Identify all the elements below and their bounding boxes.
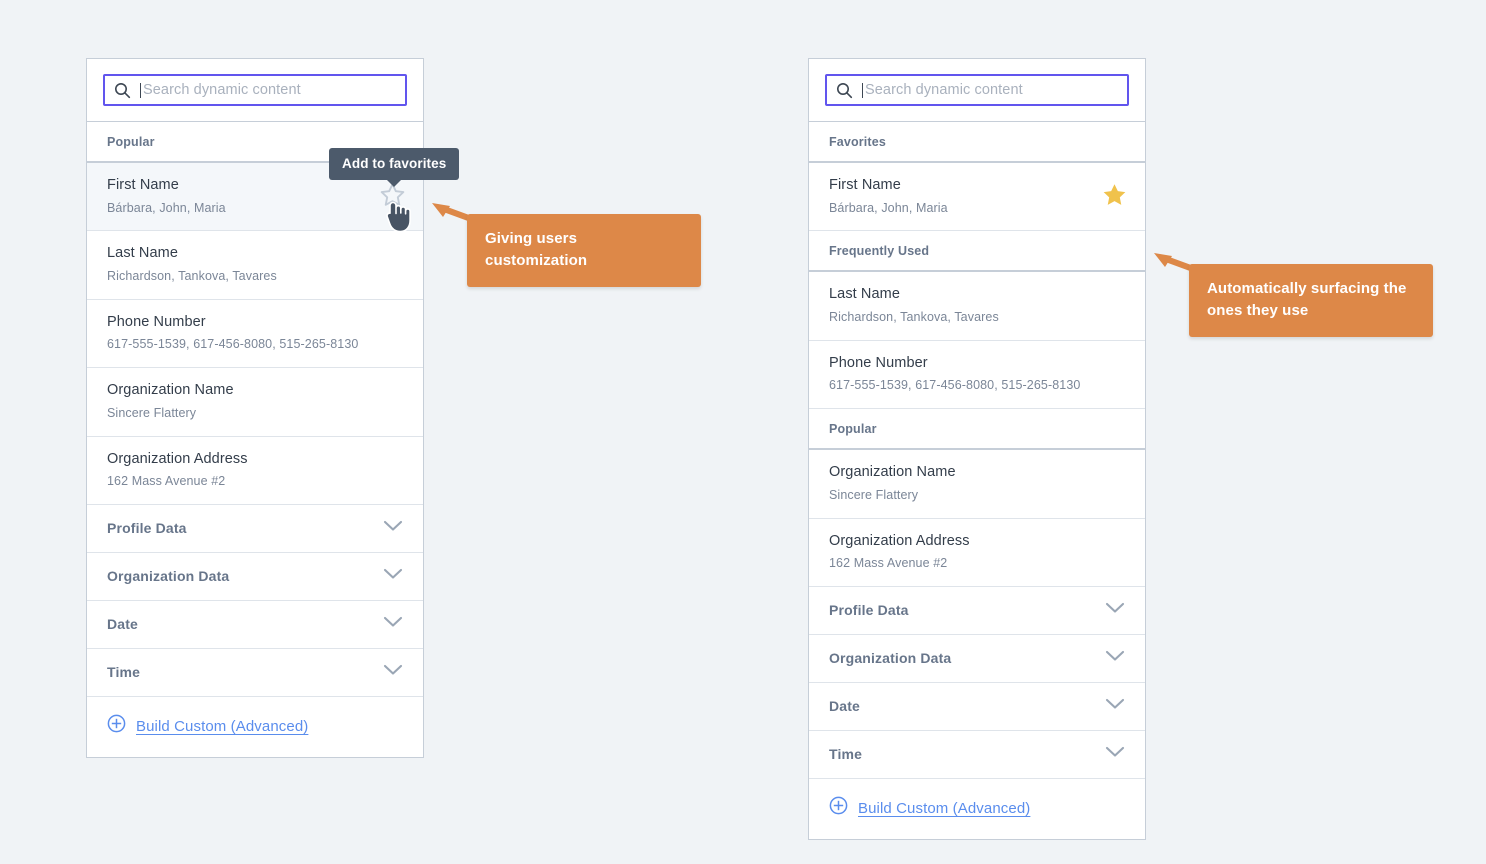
list-item[interactable]: Last Name Richardson, Tankova, Tavares [809, 272, 1145, 341]
collapsible-group-profile-data[interactable]: Profile Data [87, 505, 423, 554]
list-item-title: Last Name [107, 245, 179, 262]
plus-circle-icon [829, 796, 848, 820]
list-item[interactable]: Organization Address 162 Mass Avenue #2 [87, 436, 423, 506]
text-caret [862, 82, 863, 98]
favorite-star-filled-icon[interactable] [1102, 182, 1127, 211]
search-icon-svg [115, 82, 131, 98]
list-item-sample-values: 162 Mass Avenue #2 [107, 474, 226, 489]
group-label: Organization Data [107, 568, 230, 585]
list-item[interactable]: First Name Bárbara, John, Maria [809, 163, 1145, 232]
list-item-sample-values: 617-555-1539, 617-456-8080, 515-265-8130 [107, 337, 359, 352]
chevron-down-icon[interactable] [383, 519, 403, 537]
chevron-down-icon[interactable] [1105, 649, 1125, 667]
list-item-sample-values: Bárbara, John, Maria [107, 200, 226, 215]
list-item-title: Organization Address [829, 532, 970, 549]
list-item[interactable]: Last Name Richardson, Tankova, Tavares [87, 231, 423, 300]
group-label: Date [829, 698, 860, 715]
list-item[interactable]: Organization Name Sincere Flattery [809, 450, 1145, 519]
build-custom-row[interactable]: Build Custom (Advanced) [87, 697, 423, 758]
dynamic-content-panel-after: Search dynamic content Favorites First Na… [808, 58, 1146, 841]
search-container: Search dynamic content [87, 59, 423, 122]
chevron-down-icon[interactable] [1105, 745, 1125, 763]
section-header: Frequently Used [809, 231, 1145, 273]
collapsible-group-profile-data[interactable]: Profile Data [809, 587, 1145, 636]
collapsible-group-date[interactable]: Date [87, 601, 423, 650]
list-item-sample-values: Bárbara, John, Maria [829, 200, 948, 215]
list-item[interactable]: Organization Address 162 Mass Avenue #2 [809, 518, 1145, 588]
callout-left-text: Giving users customization [485, 230, 588, 269]
callout-right: Automatically surfacing the ones they us… [1189, 264, 1433, 337]
group-label: Profile Data [829, 602, 909, 619]
list-item-sample-values: 162 Mass Avenue #2 [829, 556, 948, 571]
search-icon [836, 82, 853, 99]
chevron-down-icon[interactable] [1105, 601, 1125, 619]
chevron-down-icon[interactable] [383, 567, 403, 585]
search-placeholder: Search dynamic content [143, 82, 301, 98]
section-header: Popular [809, 409, 1145, 451]
list-item-title: Organization Name [107, 382, 234, 399]
collapsible-group-time[interactable]: Time [87, 649, 423, 698]
section-header: Favorites [809, 122, 1145, 163]
build-custom-advanced-link[interactable]: Build Custom (Advanced) [136, 718, 308, 735]
group-label: Date [107, 616, 138, 633]
group-label: Time [107, 664, 141, 681]
list-item-sample-values: 617-555-1539, 617-456-8080, 515-265-8130 [829, 378, 1081, 393]
group-label: Organization Data [829, 650, 952, 667]
chevron-down-icon[interactable] [383, 663, 403, 681]
list-item-title: Last Name [829, 286, 901, 303]
callout-right-text: Automatically surfacing the ones they us… [1207, 280, 1407, 319]
list-item-sample-values: Sincere Flattery [107, 405, 197, 420]
search-icon-svg [837, 82, 853, 98]
collapsible-group-date[interactable]: Date [809, 683, 1145, 732]
list-item[interactable]: Organization Name Sincere Flattery [87, 368, 423, 437]
group-label: Profile Data [107, 520, 187, 537]
list-item-sample-values: Sincere Flattery [829, 487, 919, 502]
text-caret [140, 82, 141, 98]
collapsible-group-organization-data[interactable]: Organization Data [809, 635, 1145, 684]
chevron-down-icon[interactable] [1105, 697, 1125, 715]
list-item-title: Organization Address [107, 450, 248, 467]
search-input[interactable]: Search dynamic content [825, 74, 1129, 106]
group-label: Time [829, 746, 863, 763]
build-custom-row[interactable]: Build Custom (Advanced) [809, 779, 1145, 840]
chevron-down-icon[interactable] [383, 615, 403, 633]
list-item-title: First Name [829, 177, 901, 193]
list-item-title: Phone Number [829, 354, 928, 371]
list-item-title: Phone Number [107, 313, 206, 330]
search-input[interactable]: Search dynamic content [103, 74, 407, 106]
list-item[interactable]: Phone Number 617-555-1539, 617-456-8080,… [87, 299, 423, 369]
collapsible-group-organization-data[interactable]: Organization Data [87, 553, 423, 602]
list-item[interactable]: Phone Number 617-555-1539, 617-456-8080,… [809, 340, 1145, 410]
list-item-sample-values: Richardson, Tankova, Tavares [107, 269, 277, 283]
callout-left: Giving users customization [467, 214, 701, 287]
build-custom-advanced-link[interactable]: Build Custom (Advanced) [858, 800, 1030, 817]
add-to-favorites-tooltip: Add to favorites [329, 148, 460, 187]
plus-circle-icon [107, 714, 126, 738]
list-item-sample-values: Richardson, Tankova, Tavares [829, 310, 999, 324]
search-placeholder: Search dynamic content [865, 82, 1023, 98]
list-item-title: Organization Name [829, 464, 956, 481]
search-container: Search dynamic content [809, 59, 1145, 122]
collapsible-group-time[interactable]: Time [809, 731, 1145, 780]
search-icon [114, 82, 131, 99]
